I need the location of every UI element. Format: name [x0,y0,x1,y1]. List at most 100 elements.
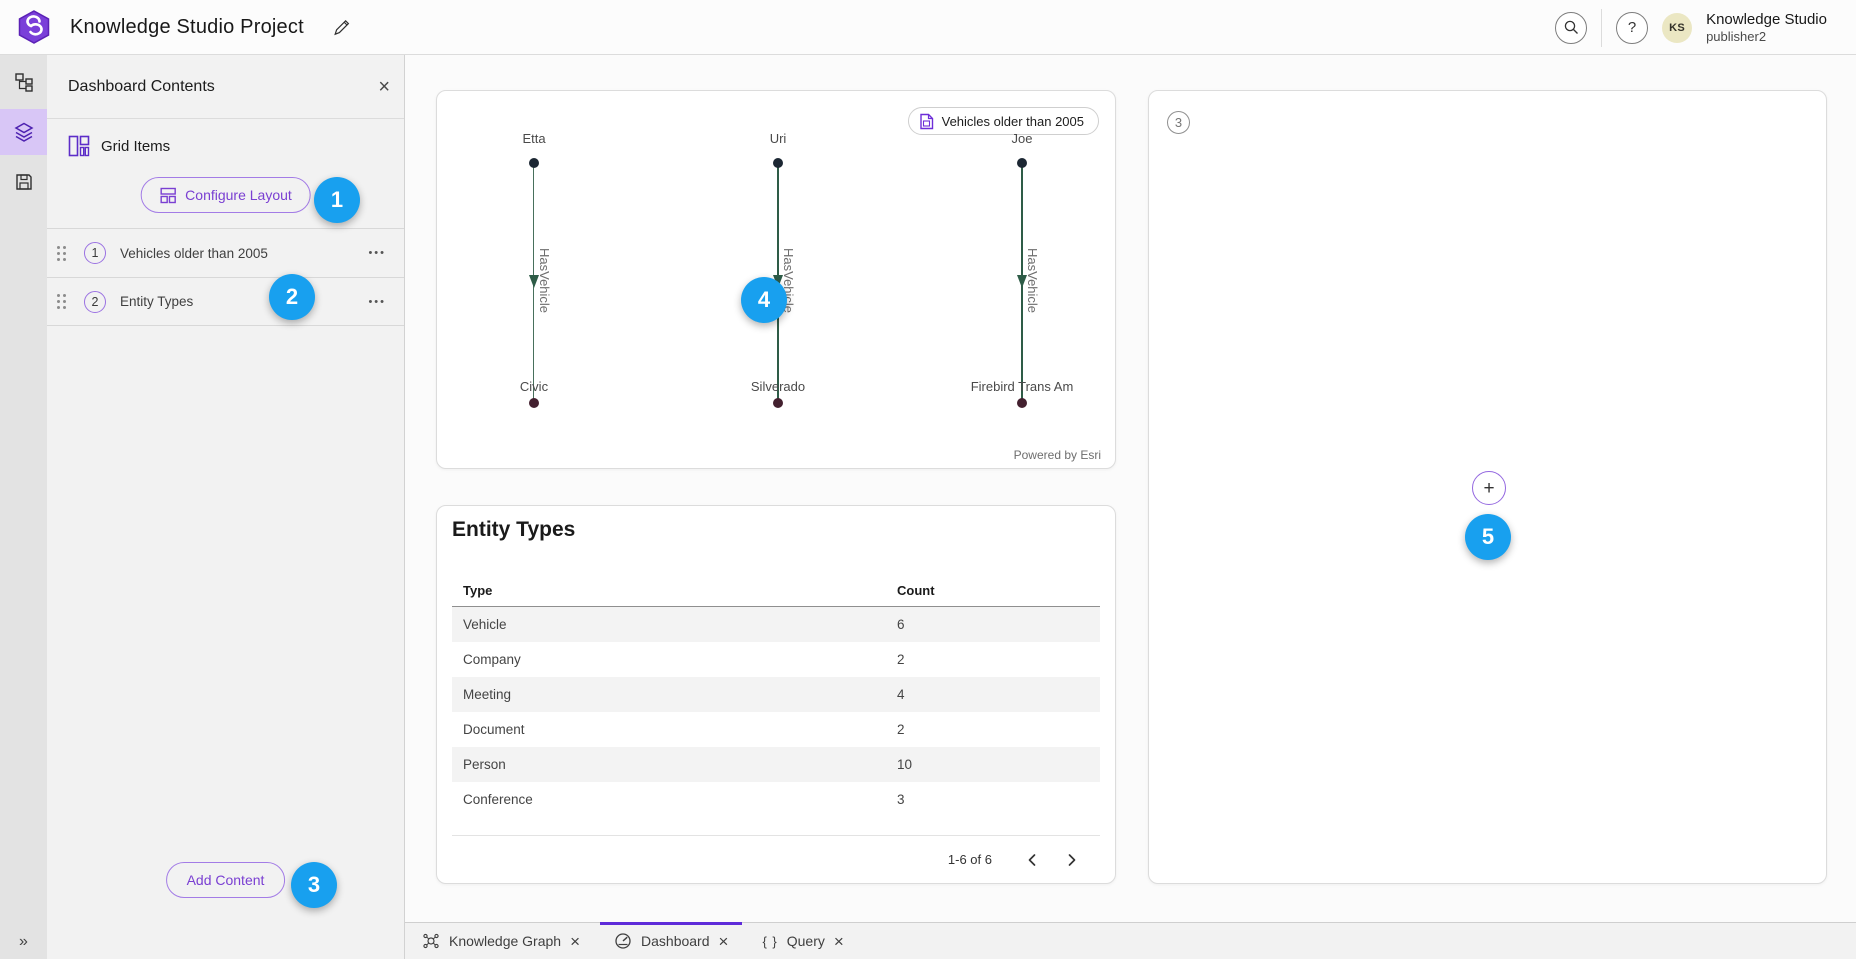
table-pagination: 1-6 of 6 [452,835,1100,883]
item-menu-button[interactable]: ••• [368,296,386,308]
list-item-vehicles[interactable]: 1 Vehicles older than 2005 ••• [47,228,404,277]
entity-types-widget: Entity Types Type Count Vehicle 6 Compan… [436,505,1116,884]
cell-type: Person [452,757,897,772]
close-tab-icon[interactable]: × [834,933,844,950]
save-icon [14,172,34,192]
page-title: Knowledge Studio Project [70,16,304,39]
item-label: Vehicles older than 2005 [120,246,368,261]
rail-item-knowledge-graph[interactable] [0,59,47,105]
chevron-left-icon [1026,853,1038,867]
search-icon [1563,19,1580,36]
app-logo-icon [16,9,52,45]
list-item-entity-types[interactable]: 2 Entity Types ••• [47,277,404,326]
configure-layout-button[interactable]: Configure Layout [140,177,311,213]
person-node[interactable] [773,158,783,168]
panel-title: Dashboard Contents [68,78,378,96]
cell-type: Meeting [452,687,897,702]
annotation-badge-2: 2 [269,274,315,320]
table-header-row: Type Count [452,574,1100,607]
grid-item-list: 1 Vehicles older than 2005 ••• 2 Entity … [47,228,404,326]
item-index-badge: 2 [84,291,106,313]
tab-label: Query [787,933,825,949]
item-index-badge: 1 [84,242,106,264]
close-tab-icon[interactable]: × [570,933,580,950]
braces-icon: { } [762,934,777,949]
user-role: publisher2 [1706,29,1827,45]
graph-column: Etta HasVehicle Civic [454,91,614,468]
add-widget-button[interactable]: + [1472,471,1506,505]
person-node[interactable] [529,158,539,168]
table-row: Person 10 [452,747,1100,782]
left-icon-rail: » [0,55,47,959]
cell-count: 4 [897,687,1100,702]
panel-header: Dashboard Contents × [47,55,404,119]
tab-label: Knowledge Graph [449,933,561,949]
table-row: Vehicle 6 [452,607,1100,642]
node-label: Etta [454,131,614,146]
drag-handle[interactable] [57,294,66,309]
configure-layout-label: Configure Layout [185,187,292,203]
close-panel-button[interactable]: × [378,77,390,97]
vehicle-node[interactable] [773,398,783,408]
document-icon [919,113,934,130]
edit-title-button[interactable] [332,18,351,37]
cell-count: 6 [897,617,1100,632]
slot-number-badge: 3 [1167,111,1190,134]
layout-icon [159,187,176,204]
collapse-panel-button[interactable]: » [0,933,47,951]
vehicle-node[interactable] [1017,398,1027,408]
rail-item-dashboard-contents[interactable] [0,109,47,155]
empty-grid-slot: 3 + [1148,90,1827,884]
card-title: Entity Types [452,518,575,542]
tab-label: Dashboard [641,933,710,949]
annotation-badge-5: 5 [1465,514,1511,560]
add-content-button[interactable]: Add Content [166,862,286,898]
graph-column: Uri HasVehicle Silverado [698,91,858,468]
user-name: Knowledge Studio [1706,11,1827,29]
drag-handle[interactable] [57,246,66,261]
avatar[interactable]: KS [1662,13,1692,43]
knowledge-studio-app: Knowledge Studio Project ? KS Knowledge … [0,0,1856,959]
graph-column: Joe HasVehicle Firebird Trans Am [942,91,1102,468]
cell-type: Document [452,722,897,737]
search-button[interactable] [1555,12,1587,44]
table-row: Company 2 [452,642,1100,677]
grid-items-label: Grid Items [101,138,170,155]
close-tab-icon[interactable]: × [719,933,729,950]
next-page-button[interactable] [1058,846,1086,874]
top-header: Knowledge Studio Project ? KS Knowledge … [0,0,1856,55]
person-node[interactable] [1017,158,1027,168]
cell-type: Company [452,652,897,667]
node-label: Joe [942,131,1102,146]
header-divider [1601,9,1602,47]
header-actions: ? KS Knowledge Studio publisher2 [1555,0,1827,55]
node-label: Uri [698,131,858,146]
previous-page-button[interactable] [1018,846,1046,874]
sitemap-icon [14,72,34,92]
table-row: Meeting 4 [452,677,1100,712]
tab-dashboard[interactable]: Dashboard × [610,923,732,959]
user-menu[interactable]: Knowledge Studio publisher2 [1706,11,1827,45]
annotation-badge-1: 1 [314,177,360,223]
grid-items-section: Grid Items [68,135,170,157]
rail-item-save[interactable] [0,159,47,205]
tab-query[interactable]: { } Query × [758,923,847,959]
pagination-range: 1-6 of 6 [948,852,992,867]
table-row: Conference 3 [452,782,1100,817]
annotation-badge-3: 3 [291,862,337,908]
cell-count: 3 [897,792,1100,807]
entity-types-table: Type Count Vehicle 6 Company 2 Meeting 4… [452,574,1100,817]
esri-attribution: Powered by Esri [1014,448,1101,462]
grid-items-icon [68,135,90,157]
table-row: Document 2 [452,712,1100,747]
item-menu-button[interactable]: ••• [368,247,386,259]
annotation-badge-4: 4 [741,277,787,323]
vehicle-node[interactable] [529,398,539,408]
cell-count: 10 [897,757,1100,772]
question-icon: ? [1628,19,1636,36]
knowledge-graph-icon [422,932,440,950]
cell-type: Vehicle [452,617,897,632]
workspace-tab-bar: Knowledge Graph × Dashboard × { } Query … [405,922,1856,959]
help-button[interactable]: ? [1616,12,1648,44]
tab-knowledge-graph[interactable]: Knowledge Graph × [418,923,584,959]
